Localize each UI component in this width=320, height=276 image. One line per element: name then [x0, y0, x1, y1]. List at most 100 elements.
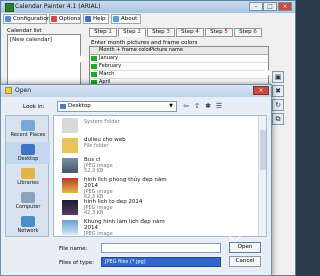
- folder-icon: [5, 87, 12, 94]
- place-label: Computer: [15, 204, 41, 210]
- look-in-label: Look in:: [23, 104, 45, 110]
- place-label: Libraries: [17, 180, 39, 186]
- list-item[interactable]: dulieu cho web File folder: [56, 136, 256, 156]
- step-tabs: Step 1 Step 2 Step 3 Step 4 Step 5 Step …: [89, 28, 271, 38]
- arrow-annotation: [170, 174, 216, 184]
- place-label: Network: [17, 228, 39, 234]
- file-type: JPEG image: [84, 231, 113, 237]
- tab-step-6[interactable]: Step 6: [234, 28, 262, 37]
- back-icon[interactable]: ⇦: [181, 101, 191, 112]
- libraries-icon: [21, 168, 35, 179]
- calendar-list-item[interactable]: [New calendar]: [10, 37, 52, 43]
- about-tab[interactable]: About: [111, 14, 141, 24]
- list-item[interactable]: hinh lich phong thủy đẹp năm 2014 JPEG i…: [56, 176, 256, 200]
- help-icon: [85, 16, 91, 22]
- color-swatch[interactable]: [91, 56, 97, 61]
- place-recent[interactable]: Recent Places: [6, 118, 50, 140]
- configuration-icon: [5, 16, 11, 22]
- minimize-icon[interactable]: –: [249, 2, 263, 11]
- open-dialog: Open × Look in: Desktop ▼ ⇦ ⇧ ✱ ☰ Recent…: [0, 84, 272, 276]
- place-computer[interactable]: Computer: [6, 190, 50, 212]
- file-type: System Folder: [84, 119, 120, 125]
- table-row[interactable]: February: [90, 63, 268, 71]
- month-name: March: [99, 71, 115, 77]
- app-title-bar: Calendar Painter 4.1 (ARIAL) – □ ×: [1, 1, 295, 13]
- color-swatch[interactable]: [91, 64, 97, 69]
- file-type-label: Files of type:: [59, 260, 95, 266]
- desktop-icon: [21, 144, 35, 155]
- list-item[interactable]: Khung hình làm lịch đẹp năm 2014 JPEG im…: [56, 218, 256, 237]
- file-type-select[interactable]: JPEG files (*.jpg): [101, 257, 221, 267]
- month-name: January: [99, 55, 118, 61]
- file-list[interactable]: System Folder dulieu cho web File folder…: [53, 115, 267, 237]
- about-label: About: [121, 16, 138, 22]
- copy-icon[interactable]: ⧉: [272, 113, 284, 125]
- step-label: Step: [239, 29, 252, 35]
- close-icon[interactable]: ×: [278, 2, 292, 11]
- file-size: 52,3 KB: [84, 168, 104, 174]
- new-folder-icon[interactable]: ✱: [203, 101, 213, 112]
- look-in-select[interactable]: Desktop ▼: [57, 101, 177, 112]
- file-name-label: File name:: [59, 246, 88, 252]
- dialog-title: Open: [15, 87, 32, 94]
- help-tab[interactable]: Help: [83, 14, 109, 24]
- folder-icon: [62, 138, 78, 153]
- step-number: 5: [224, 29, 228, 35]
- image-thumbnail-icon: [62, 220, 78, 235]
- file-type: File folder: [84, 143, 109, 149]
- configuration-label: Configuration: [13, 16, 51, 22]
- file-name-input[interactable]: [101, 243, 221, 253]
- toolbar: Configuration Options Help About: [3, 14, 293, 25]
- step-number: 4: [195, 29, 199, 35]
- configuration-tab[interactable]: Configuration: [3, 14, 51, 24]
- step-label: Step: [152, 29, 165, 35]
- step-label: Step: [94, 29, 107, 35]
- step-label: Step: [181, 29, 194, 35]
- rotate-icon[interactable]: ↻: [272, 99, 284, 111]
- tab-step-3[interactable]: Step 3: [147, 28, 175, 37]
- maximize-icon[interactable]: □: [263, 2, 277, 11]
- scrollbar[interactable]: [258, 116, 266, 236]
- recent-places-icon: [21, 120, 35, 131]
- app-title: Calendar Painter 4.1 (ARIAL): [15, 3, 101, 10]
- options-icon: [51, 16, 57, 22]
- column-header-picture: Picture name: [150, 47, 183, 53]
- place-libraries[interactable]: Libraries: [6, 166, 50, 188]
- about-icon: [113, 16, 119, 22]
- place-network[interactable]: Network: [6, 214, 50, 236]
- help-label: Help: [93, 16, 106, 22]
- place-desktop[interactable]: Desktop: [6, 142, 50, 164]
- file-size: 42,3 KB: [84, 210, 104, 216]
- tab-step-2[interactable]: Step 2: [118, 28, 146, 37]
- list-item[interactable]: Bus cl JPEG image 52,3 KB: [56, 156, 256, 176]
- step-label: Step: [210, 29, 223, 35]
- list-item[interactable]: hinh lich to dep 2014 JPEG image 42,3 KB: [56, 198, 256, 218]
- color-swatch[interactable]: [91, 72, 97, 77]
- image-thumbnail-icon: [62, 178, 78, 193]
- up-folder-icon[interactable]: ⇧: [192, 101, 202, 112]
- table-row[interactable]: March: [90, 71, 268, 79]
- image-thumbnail-icon: [62, 200, 78, 215]
- computer-icon: [21, 192, 35, 203]
- table-row[interactable]: January: [90, 55, 268, 63]
- tab-step-5[interactable]: Step 5: [205, 28, 233, 37]
- tab-step-1[interactable]: Step 1: [89, 28, 117, 37]
- arrow-annotation: [255, 68, 272, 78]
- scrollbar-thumb[interactable]: [260, 130, 266, 170]
- close-icon[interactable]: ×: [253, 86, 269, 95]
- arrow-annotation: [227, 224, 243, 243]
- list-item[interactable]: System Folder: [56, 116, 256, 136]
- view-menu-icon[interactable]: ☰: [214, 101, 224, 112]
- column-header-month: Month + frame color: [99, 47, 151, 53]
- delete-picture-icon[interactable]: ✖: [272, 85, 284, 97]
- place-label: Recent Places: [10, 132, 46, 138]
- cancel-button[interactable]: Cancel: [229, 256, 261, 267]
- dialog-title-bar: Open ×: [1, 85, 271, 97]
- places-bar: Recent Places Desktop Libraries Computer…: [5, 115, 50, 237]
- options-tab[interactable]: Options: [49, 14, 81, 24]
- step-number: 1: [108, 29, 112, 35]
- arrow-annotation: [56, 55, 87, 63]
- network-icon: [21, 216, 35, 227]
- tab-step-4[interactable]: Step 4: [176, 28, 204, 37]
- place-label: Desktop: [17, 156, 39, 162]
